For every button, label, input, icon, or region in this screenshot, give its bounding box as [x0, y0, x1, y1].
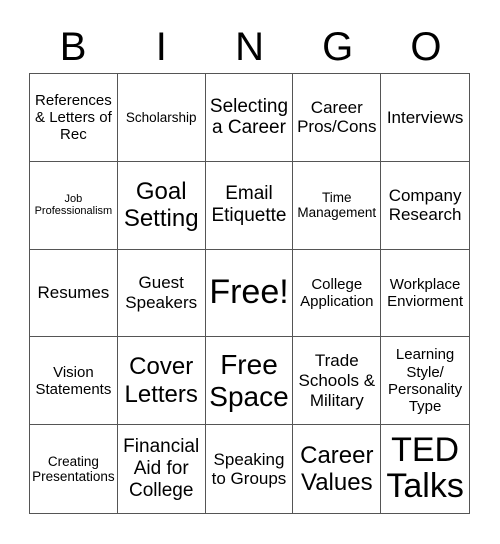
bingo-cell[interactable]: Goal Setting: [117, 161, 206, 250]
bingo-cell-label: Cover Letters: [124, 353, 198, 408]
bingo-cell[interactable]: Financial Aid for College: [118, 425, 206, 513]
bingo-cell-label: Learning Style/ Personality Type: [387, 346, 463, 416]
bingo-cell[interactable]: Guest Speakers: [117, 249, 206, 338]
bingo-cell-label: Resumes: [37, 283, 110, 303]
header-letter-n: N: [235, 25, 264, 69]
bingo-cell[interactable]: Speaking to Groups: [206, 425, 294, 513]
bingo-cell[interactable]: Workplace Enviorment: [381, 250, 469, 338]
header-letter-g: G: [322, 25, 354, 69]
bingo-cell-label: Company Research: [388, 185, 462, 225]
bingo-cell[interactable]: Vision Statements: [30, 337, 118, 426]
bingo-cell[interactable]: TED Talks: [381, 425, 469, 513]
bingo-cell-label: Guest Speakers: [125, 273, 198, 312]
bingo-cell-label: Financial Aid for College: [123, 436, 200, 502]
header-letter-o: O: [410, 25, 442, 69]
bingo-cell[interactable]: Free!: [205, 249, 294, 338]
bingo-cell-label: Career Pros/Cons: [297, 97, 377, 137]
bingo-cell-label: References & Letters of Rec: [35, 91, 112, 144]
bingo-cell-label: Scholarship: [125, 109, 197, 125]
bingo-cell-label: Email Etiquette: [211, 183, 287, 227]
bingo-cell[interactable]: References & Letters of Rec: [30, 74, 118, 162]
bingo-cell[interactable]: Career Pros/Cons: [293, 74, 382, 162]
bingo-cell-label: Career Values: [300, 441, 374, 497]
bingo-cell-label: College Application: [300, 275, 374, 310]
bingo-cell-label: Workplace Enviorment: [387, 275, 464, 310]
bingo-grid: References & Letters of Rec Scholarship Se…: [29, 73, 470, 514]
bingo-cell[interactable]: Email Etiquette: [205, 161, 294, 250]
bingo-cell-label: Interviews: [386, 107, 464, 127]
bingo-cell[interactable]: Time Management: [293, 161, 382, 250]
bingo-cell-label: Creating Presentations: [32, 453, 115, 485]
bingo-cell-label: Free Space: [209, 348, 289, 412]
bingo-cell-label: Goal Setting: [123, 177, 199, 233]
bingo-cell[interactable]: Free Space: [205, 337, 294, 426]
bingo-cell[interactable]: Learning Style/ Personality Type: [381, 337, 469, 426]
bingo-cell-label: Time Management: [297, 189, 377, 221]
bingo-cell[interactable]: Scholarship: [117, 74, 206, 162]
header-letter-b: B: [59, 25, 87, 69]
bingo-cell[interactable]: Company Research: [381, 162, 469, 250]
bingo-cell-label: TED Talks: [386, 431, 464, 506]
bingo-cell[interactable]: Job Professionalism: [30, 161, 118, 250]
bingo-cell-label: Free!: [209, 273, 289, 312]
bingo-cell[interactable]: Career Values: [293, 425, 382, 513]
bingo-cell-label: Trade Schools & Military: [298, 351, 376, 410]
header-letter-i: I: [155, 25, 167, 69]
bingo-cell-label: Speaking to Groups: [211, 449, 287, 489]
bingo-cell[interactable]: Creating Presentations: [30, 425, 118, 513]
bingo-cell[interactable]: Resumes: [30, 249, 118, 338]
bingo-cell-label: Vision Statements: [35, 363, 112, 398]
bingo-cell[interactable]: Selecting a Career: [205, 74, 294, 162]
bingo-cell[interactable]: College Application: [293, 249, 382, 338]
bingo-cell[interactable]: Interviews: [381, 74, 469, 162]
bingo-cell-label: Job Professionalism: [34, 192, 113, 218]
bingo-cell-label: Selecting a Career: [209, 95, 289, 139]
bingo-header: B I N G O: [29, 22, 470, 72]
bingo-cell[interactable]: Trade Schools & Military: [293, 337, 382, 426]
bingo-cell[interactable]: Cover Letters: [117, 337, 206, 426]
